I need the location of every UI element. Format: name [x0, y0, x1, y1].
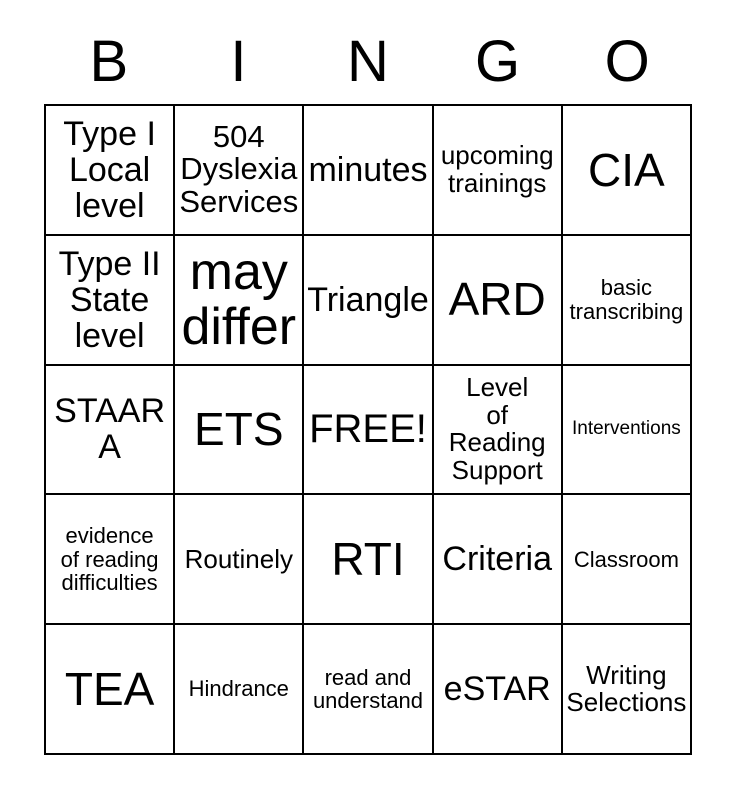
bingo-cell-r3-c0[interactable]: evidence of reading difficulties [46, 495, 176, 626]
bingo-cell-r0-c4[interactable]: CIA [562, 106, 692, 236]
bingo-cell-r0-c2[interactable]: minutes [304, 106, 434, 236]
bingo-cell-label: STAAR A [54, 392, 166, 467]
bingo-cell-label: Classroom [573, 546, 679, 572]
bingo-cell-label: eSTAR [443, 670, 551, 709]
bingo-cell-label: minutes [308, 150, 428, 189]
bingo-cell-label: may differ [181, 242, 297, 356]
bingo-cell-label: Hindrance [188, 676, 289, 702]
bingo-header-letter-3: G [475, 29, 521, 94]
bingo-cell-r4-c2[interactable]: read and understand [304, 625, 434, 755]
bingo-cell-r4-c3[interactable]: eSTAR [433, 625, 563, 755]
bingo-cell-r0-c1[interactable]: 504 Dyslexia Services [175, 106, 305, 236]
bingo-cell-r1-c1[interactable]: may differ [175, 235, 305, 366]
bingo-header-row: BINGO [44, 20, 692, 104]
bingo-cell-label: Criteria [442, 540, 552, 579]
bingo-cell-label: Triangle [307, 280, 429, 319]
bingo-cell-r2-c2[interactable]: FREE! [304, 365, 434, 496]
bingo-cell-label: Interventions [571, 418, 681, 440]
bingo-cell-label: 504 Dyslexia Services [179, 118, 299, 220]
bingo-cell-label: ETS [194, 403, 284, 456]
bingo-card: B I N G O Type I Local level 504 Dyslexia Ser… [0, 0, 736, 800]
bingo-cell-label: FREE! [309, 407, 427, 452]
bingo-cell-label: Type II State level [58, 244, 161, 355]
bingo-cell-r2-c0[interactable]: STAAR A [46, 365, 176, 496]
bingo-cell-label: Type I Local level [63, 114, 156, 225]
bingo-cell-label: read and understand [312, 664, 424, 714]
bingo-cell-r1-c4[interactable]: basic transcribing [562, 235, 692, 366]
bingo-cell-r1-c2[interactable]: Triangle [304, 235, 434, 366]
bingo-cell-label: TEA [64, 662, 155, 715]
bingo-cell-r3-c3[interactable]: Criteria [433, 495, 563, 626]
bingo-cell-r0-c3[interactable]: upcoming trainings [433, 106, 563, 236]
bingo-header-letter-4: O [604, 29, 650, 94]
bingo-cell-label: Level of Reading Support [448, 372, 546, 486]
bingo-grid: Type I Local level 504 Dyslexia Services m… [44, 104, 692, 755]
bingo-cell-r4-c0[interactable]: TEA [46, 625, 176, 755]
bingo-cell-r2-c4[interactable]: Interventions [562, 365, 692, 496]
bingo-cell-r2-c3[interactable]: Level of Reading Support [433, 365, 563, 496]
bingo-cell-r0-c0[interactable]: Type I Local level [46, 106, 176, 236]
bingo-cell-r3-c1[interactable]: Routinely [175, 495, 305, 626]
bingo-cell-label: RTI [331, 532, 405, 585]
bingo-cell-label: ARD [448, 273, 546, 326]
bingo-cell-label: Writing Selections [566, 659, 687, 718]
bingo-cell-r1-c3[interactable]: ARD [433, 235, 563, 366]
bingo-cell-r2-c1[interactable]: ETS [175, 365, 305, 496]
bingo-header-letter-2: N [347, 29, 389, 94]
bingo-header-letter-0: B [89, 29, 129, 94]
bingo-cell-label: upcoming trainings [440, 140, 554, 198]
bingo-cell-label: Routinely [184, 543, 293, 574]
bingo-cell-r3-c2[interactable]: RTI [304, 495, 434, 626]
bingo-cell-label: evidence of reading difficulties [60, 523, 159, 595]
bingo-cell-r4-c4[interactable]: Writing Selections [562, 625, 692, 755]
bingo-header-letter-1: I [230, 29, 247, 94]
bingo-cell-r4-c1[interactable]: Hindrance [175, 625, 305, 755]
bingo-cell-r1-c0[interactable]: Type II State level [46, 235, 176, 366]
bingo-cell-label: CIA [588, 143, 665, 196]
bingo-cell-r3-c4[interactable]: Classroom [562, 495, 692, 626]
bingo-cell-label: basic transcribing [569, 275, 684, 324]
